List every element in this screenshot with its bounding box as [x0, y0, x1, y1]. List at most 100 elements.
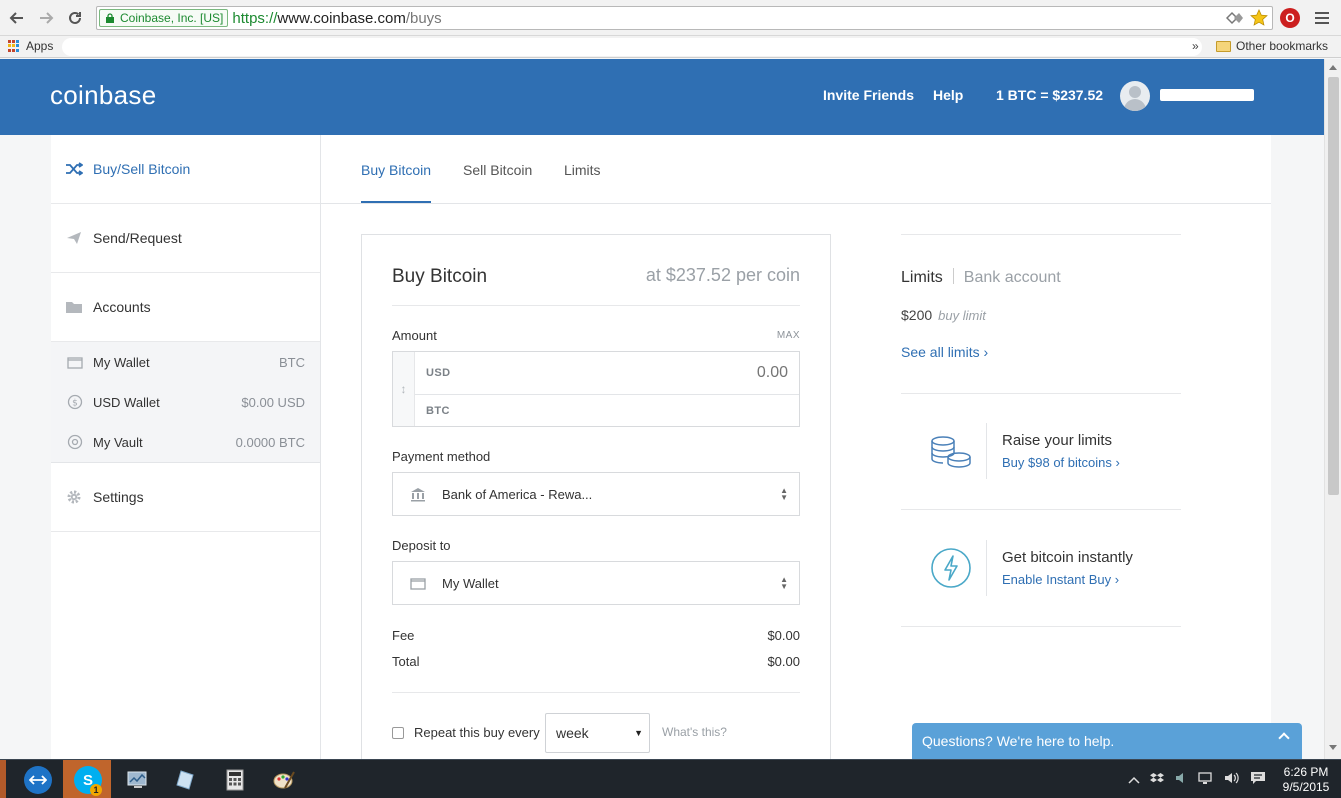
wallet-row-usd-wallet[interactable]: $ USD Wallet $0.00 USD	[51, 382, 320, 422]
tray-expand-chevron-icon[interactable]	[1128, 773, 1140, 787]
active-tab-underline	[361, 201, 431, 203]
swap-currency-icon[interactable]: ↕	[393, 352, 415, 426]
usd-amount-row[interactable]: USD	[415, 352, 799, 395]
calculator-icon[interactable]	[221, 766, 249, 794]
coinbase-logo[interactable]: coinbase	[50, 80, 156, 111]
whats-this-link[interactable]: What's this?	[662, 725, 727, 739]
reload-icon[interactable]	[64, 7, 86, 29]
address-bar[interactable]: Coinbase, Inc. [US] https://www.coinbase…	[96, 6, 1273, 30]
tab-buy-bitcoin[interactable]: Buy Bitcoin	[361, 162, 431, 178]
page-scrollbar[interactable]	[1324, 59, 1341, 759]
taskbar-clock[interactable]: 6:26 PM 9/5/2015	[1278, 765, 1334, 795]
apps-shortcut[interactable]: Apps	[8, 39, 53, 53]
fee-label: Fee	[392, 628, 415, 643]
divider	[392, 692, 800, 693]
amount-input-group: ↕ USD BTC	[392, 351, 800, 427]
repeat-frequency-select[interactable]: week ▼	[545, 713, 650, 753]
sidebar-item-label: Buy/Sell Bitcoin	[93, 161, 191, 177]
scroll-thumb[interactable]	[1328, 77, 1339, 495]
wallet-icon	[409, 575, 427, 591]
sidebar: Buy/Sell Bitcoin Send/Request Accounts M…	[51, 135, 321, 759]
sidebar-item-buy-sell[interactable]: Buy/Sell Bitcoin	[51, 135, 320, 204]
other-bookmarks[interactable]: Other bookmarks	[1216, 39, 1328, 53]
help-chat-widget[interactable]: Questions? We're here to help.	[912, 723, 1302, 759]
see-all-limits-link[interactable]: See all limits ›	[901, 344, 988, 360]
wallet-balance: 0.0000 BTC	[235, 434, 305, 450]
instant-buy-title: Get bitcoin instantly	[1002, 549, 1133, 566]
help-chat-label: Questions? We're here to help.	[922, 733, 1115, 749]
clock-date: 9/5/2015	[1282, 780, 1330, 794]
dropbox-icon[interactable]	[1150, 772, 1164, 788]
bookmark-star-icon[interactable]	[1250, 9, 1268, 27]
forward-arrow-icon[interactable]	[35, 7, 57, 29]
card-title: Buy Bitcoin	[392, 266, 488, 287]
bookmarks-overflow-chevron[interactable]: »	[1192, 39, 1199, 53]
start-accent[interactable]	[0, 760, 6, 798]
usd-amount-input[interactable]	[588, 364, 788, 382]
invite-friends-link[interactable]: Invite Friends	[823, 87, 914, 103]
lock-icon	[106, 13, 114, 23]
repeat-buy-checkbox[interactable]	[392, 726, 404, 739]
browser-toolbar: Coinbase, Inc. [US] https://www.coinbase…	[0, 0, 1341, 36]
tab-limits[interactable]: Limits	[564, 162, 601, 178]
wallet-row-my-vault[interactable]: My Vault 0.0000 BTC	[51, 422, 320, 462]
price-per-coin: at $237.52 per coin	[645, 265, 800, 285]
redacted-bookmarks	[62, 38, 1202, 56]
sidebar-item-label: Send/Request	[93, 230, 182, 246]
raise-limits-link[interactable]: Buy $98 of bitcoins ›	[1002, 455, 1120, 470]
sidebar-item-settings[interactable]: Settings	[51, 463, 320, 532]
select-caret-icon: ▲ ▼	[780, 486, 788, 502]
fee-row: Fee $0.00	[392, 628, 800, 643]
redacted-username[interactable]	[1160, 89, 1254, 101]
amount-label: Amount	[392, 328, 437, 343]
btc-amount-row[interactable]: BTC	[415, 395, 799, 426]
buy-limit-amount: $200	[901, 307, 933, 323]
wallet-row-my-wallet[interactable]: My Wallet BTC	[51, 342, 320, 382]
url-path: /buys	[405, 9, 442, 27]
btc-currency-label: BTC	[426, 404, 450, 417]
help-link[interactable]: Help	[933, 87, 963, 103]
extension-icon[interactable]: O	[1280, 8, 1300, 28]
repeat-frequency-value: week	[556, 725, 589, 741]
ev-certificate-badge[interactable]: Coinbase, Inc. [US]	[99, 9, 229, 27]
system-tray	[1128, 771, 1266, 788]
lightning-bolt-icon	[931, 548, 971, 588]
url-host: www.coinbase.com	[277, 9, 406, 27]
browser-menu-icon[interactable]	[1312, 8, 1332, 28]
teamviewer-icon[interactable]	[24, 766, 52, 794]
limits-tab[interactable]: Limits	[901, 269, 943, 286]
bookmarks-bar: Apps » Other bookmarks	[0, 36, 1341, 58]
svg-text:$: $	[72, 399, 78, 409]
audio-device-icon[interactable]	[1174, 771, 1188, 788]
divider	[392, 305, 800, 306]
bank-account-tab[interactable]: Bank account	[964, 269, 1061, 286]
tab-sell-bitcoin[interactable]: Sell Bitcoin	[463, 162, 532, 178]
deposit-to-select[interactable]: My Wallet ▲ ▼	[392, 561, 800, 605]
scroll-up-arrow[interactable]	[1329, 65, 1337, 70]
network-icon[interactable]	[1198, 771, 1214, 788]
repeat-buy-label: Repeat this buy every	[414, 725, 540, 740]
raise-limits-promo: Raise your limits Buy $98 of bitcoins ›	[901, 393, 1181, 509]
max-button[interactable]: MAX	[777, 330, 800, 341]
chevron-up-icon[interactable]	[1278, 732, 1290, 744]
enable-instant-buy-link[interactable]: Enable Instant Buy ›	[1002, 572, 1119, 587]
wallet-list: My Wallet BTC $ USD Wallet $0.00 USD My …	[51, 342, 320, 463]
user-avatar[interactable]	[1120, 81, 1150, 111]
scroll-down-arrow[interactable]	[1329, 745, 1337, 750]
volume-icon[interactable]	[1224, 771, 1240, 788]
paint-app-icon[interactable]	[270, 766, 298, 794]
payment-method-select[interactable]: Bank of America - Rewa... ▲ ▼	[392, 472, 800, 516]
system-monitor-icon[interactable]	[124, 766, 152, 794]
sidebar-item-accounts[interactable]: Accounts	[51, 273, 320, 342]
skype-notification-badge: 1	[90, 784, 102, 796]
back-arrow-icon[interactable]	[6, 7, 28, 29]
wallet-label: USD Wallet	[93, 394, 160, 410]
sidebar-item-send-request[interactable]: Send/Request	[51, 204, 320, 273]
vertical-divider	[986, 423, 987, 479]
url-text: https://www.coinbase.com/buys	[232, 10, 441, 27]
paper-plane-icon	[65, 229, 83, 247]
sidebar-item-label: Accounts	[93, 299, 151, 315]
action-center-icon[interactable]	[1250, 771, 1266, 788]
page-action-icon[interactable]	[1226, 11, 1244, 25]
notes-app-icon[interactable]	[172, 766, 200, 794]
